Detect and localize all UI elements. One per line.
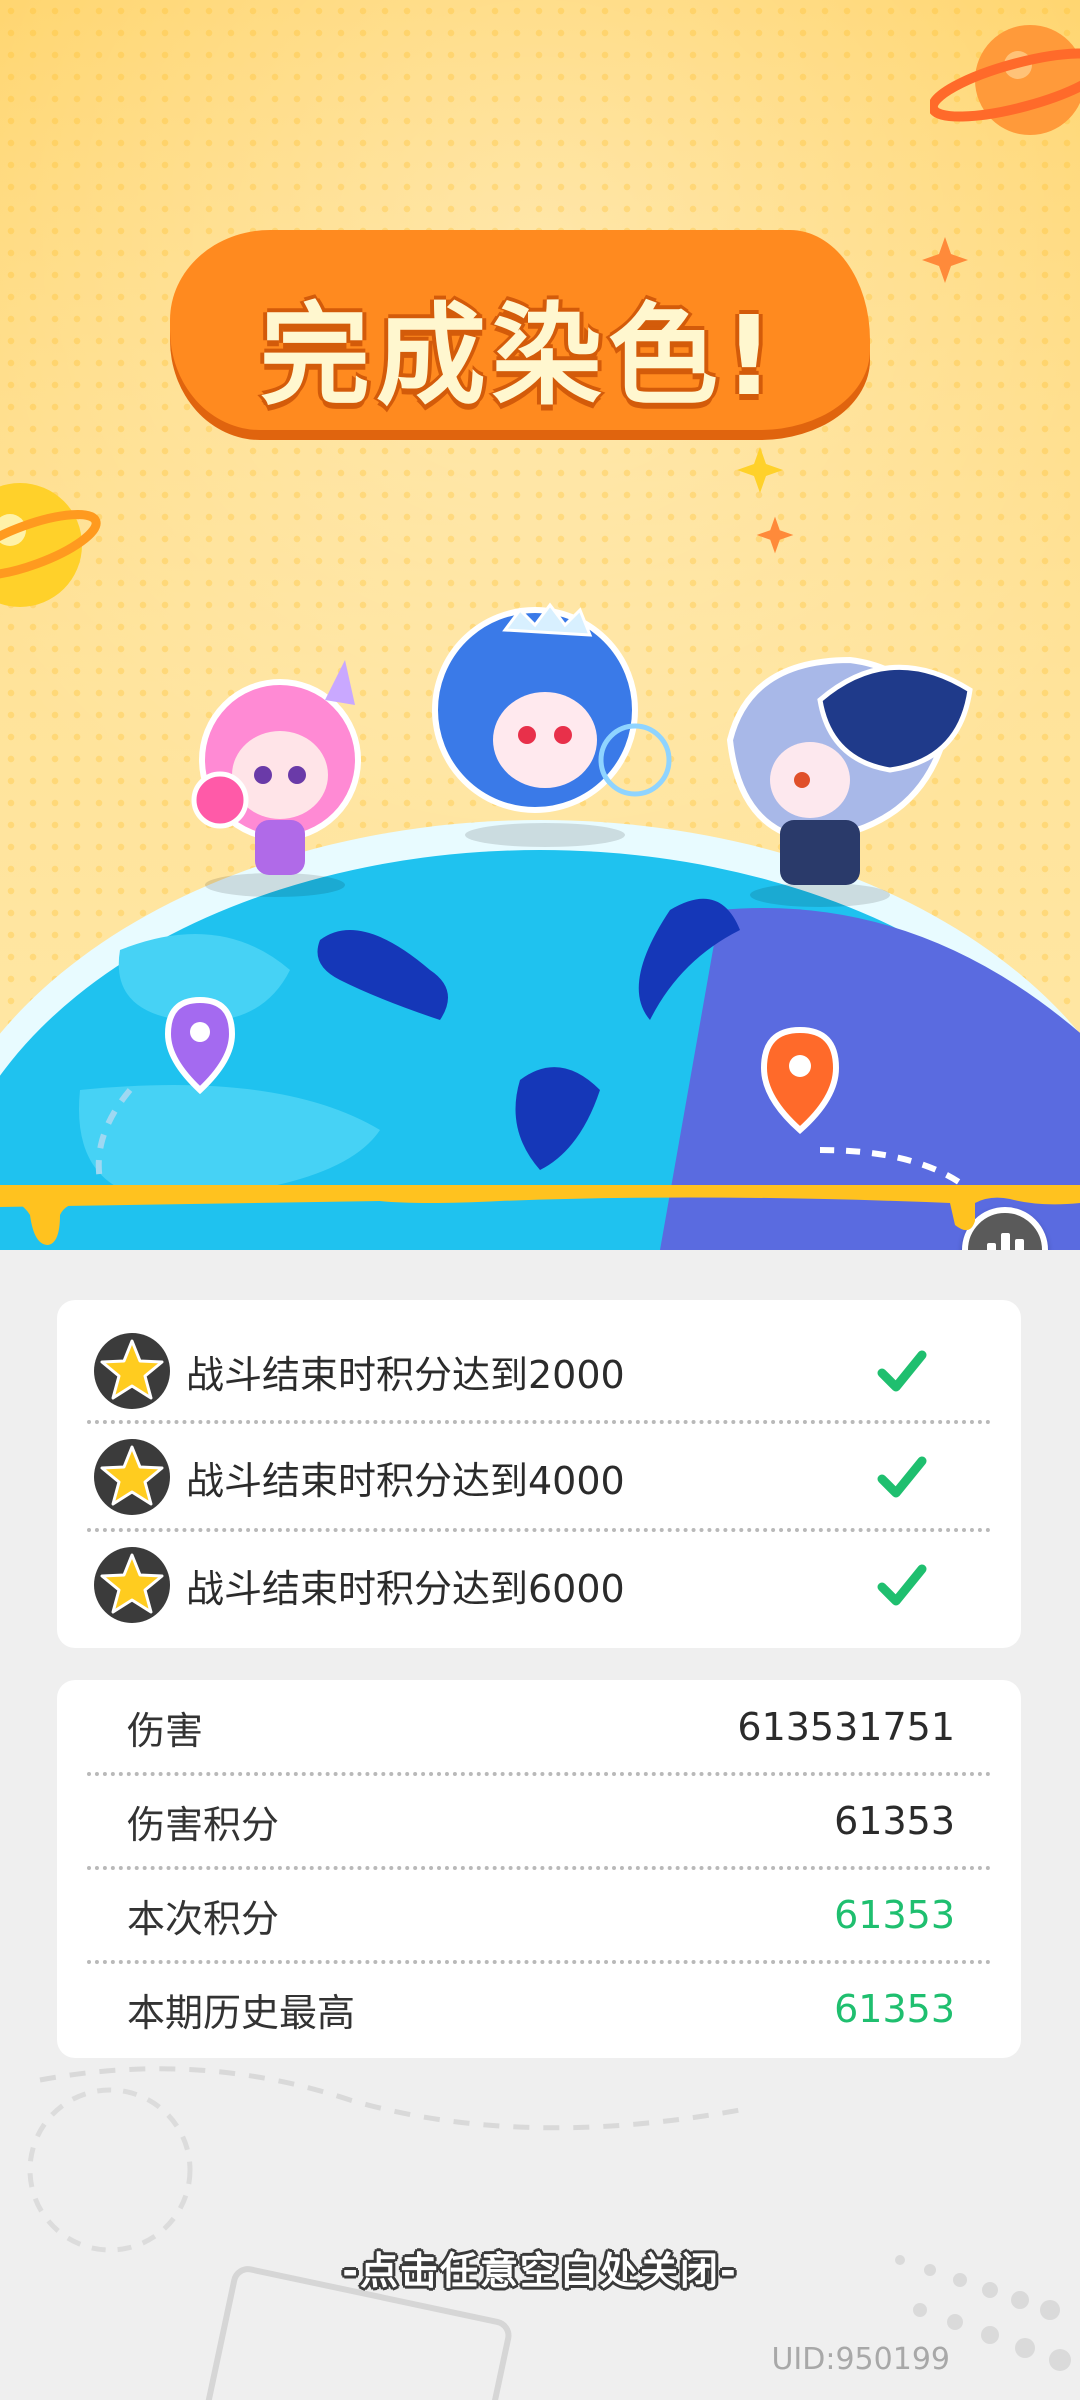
stat-value: 61353 <box>834 1893 955 1937</box>
page-title: 完成染色! <box>259 292 781 420</box>
stat-row-best-score: 本期历史最高 61353 <box>127 1962 955 2056</box>
character-hat <box>726 656 973 907</box>
task-label: 战斗结束时积分达到2000 <box>186 1352 625 1397</box>
character-pink <box>191 660 361 897</box>
task-label: 战斗结束时积分达到4000 <box>186 1458 625 1503</box>
task-card: 战斗结束时积分达到2000 战斗结束时积分达到4000 战斗结束时积分达到600… <box>57 1300 1021 1648</box>
stat-row-current-score: 本次积分 61353 <box>127 1868 955 1962</box>
star-icon <box>94 1547 170 1623</box>
task-row: 战斗结束时积分达到4000 <box>92 1424 986 1530</box>
paint-drip <box>0 1185 1080 1245</box>
stat-label: 本次积分 <box>127 1896 280 1941</box>
check-icon <box>877 1350 927 1392</box>
planet-icon <box>0 483 101 607</box>
stat-row-damage: 伤害 613531751 <box>127 1680 955 1774</box>
title-banner: 完成染色! <box>170 230 870 430</box>
check-icon <box>877 1456 927 1498</box>
user-id: UID:950199 <box>771 2342 950 2377</box>
result-banner: 完成染色! <box>0 0 1080 1250</box>
sparkle-icon <box>922 237 968 283</box>
check-icon <box>877 1564 927 1606</box>
star-icon <box>94 1333 170 1409</box>
stat-value: 61353 <box>834 1799 955 1843</box>
star-icon <box>94 1439 170 1515</box>
stat-label: 伤害积分 <box>127 1802 280 1847</box>
sparkle-icon <box>737 447 783 493</box>
stat-value: 613531751 <box>737 1705 955 1749</box>
stat-label: 本期历史最高 <box>127 1990 356 2035</box>
close-hint[interactable]: -点击任意空白处关闭- <box>0 2240 1080 2295</box>
sparkle-icon <box>756 516 794 554</box>
task-row: 战斗结束时积分达到6000 <box>92 1532 986 1638</box>
stat-value: 61353 <box>834 1987 955 2031</box>
stats-card: 伤害 613531751 伤害积分 61353 本次积分 61353 本期历史最… <box>57 1680 1021 2058</box>
task-label: 战斗结束时积分达到6000 <box>186 1566 625 1611</box>
task-row: 战斗结束时积分达到2000 <box>92 1318 986 1424</box>
planet-icon <box>930 25 1080 135</box>
stat-row-damage-score: 伤害积分 61353 <box>127 1774 955 1868</box>
stat-label: 伤害 <box>127 1708 204 1753</box>
character-blue <box>432 602 672 847</box>
